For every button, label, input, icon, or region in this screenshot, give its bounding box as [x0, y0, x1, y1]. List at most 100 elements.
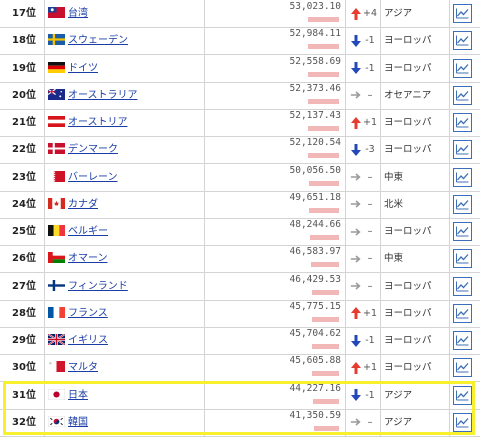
trend-flat-icon	[350, 164, 362, 191]
rank-cell: 20位	[12, 89, 36, 101]
column-divider	[44, 272, 45, 300]
trend-down-icon	[350, 327, 362, 354]
rank-change: -1	[365, 335, 375, 346]
column-divider	[345, 0, 346, 27]
country-link[interactable]: ベルギー	[68, 218, 108, 245]
column-divider	[380, 136, 381, 164]
france-flag-icon	[48, 306, 65, 318]
chart-icon[interactable]	[453, 58, 472, 78]
column-divider	[449, 408, 450, 436]
column-divider	[345, 27, 346, 55]
rank-change: +4	[362, 8, 377, 19]
column-divider	[345, 299, 346, 327]
region-cell: アジア	[384, 8, 413, 19]
value-bar	[308, 17, 339, 22]
column-divider	[449, 354, 450, 382]
chart-icon[interactable]	[453, 385, 472, 405]
value-cell: 49,651.18	[204, 191, 345, 218]
trend-up-icon	[350, 354, 362, 381]
region-cell: ヨーロッパ	[384, 335, 432, 346]
country-link[interactable]: フランス	[68, 300, 108, 327]
chart-icon[interactable]	[453, 358, 472, 378]
finland-flag-icon	[48, 279, 65, 291]
rank-change: -1	[365, 62, 375, 74]
column-divider	[44, 245, 45, 273]
value-bar	[312, 289, 339, 295]
chart-icon[interactable]	[453, 31, 472, 51]
rank-cell: 19位	[12, 62, 36, 74]
chart-icon[interactable]	[453, 303, 472, 323]
chart-icon[interactable]	[453, 249, 472, 269]
table-row: 18位 スウェーデン 52,984.11 -1 ヨーロッパ	[0, 27, 480, 56]
value-cell: 52,373.46	[204, 82, 345, 109]
column-divider	[380, 245, 381, 273]
rank-cell: 17位	[12, 8, 36, 19]
chart-icon[interactable]	[453, 85, 472, 105]
chart-icon[interactable]	[453, 222, 472, 241]
value-cell: 41,350.59	[204, 409, 345, 436]
rank-cell: 31位	[12, 389, 36, 401]
country-link[interactable]: 日本	[68, 382, 88, 409]
table-row: 26位 オマーン 46,583.97 – 中東	[0, 245, 480, 274]
rank-change: –	[367, 280, 373, 292]
column-divider	[44, 381, 45, 409]
chart-icon[interactable]	[453, 113, 472, 132]
column-divider	[345, 218, 346, 245]
region-cell: 中東	[384, 253, 404, 265]
table-row: 23位 バーレーン 50,056.50 – 中東	[0, 163, 480, 192]
chart-icon[interactable]	[453, 194, 472, 214]
chart-icon[interactable]	[453, 167, 472, 187]
column-divider	[449, 27, 450, 55]
region-cell: オセアニア	[384, 89, 432, 101]
rank-change: –	[367, 416, 373, 428]
column-divider	[449, 163, 450, 191]
chart-icon[interactable]	[453, 412, 472, 432]
chart-icon[interactable]	[453, 140, 472, 160]
column-divider	[345, 54, 346, 82]
column-divider	[44, 218, 45, 245]
value-cell: 52,137.43	[204, 109, 345, 136]
rank-cell: 29位	[12, 335, 36, 346]
country-link[interactable]: 韓国	[68, 409, 88, 436]
rank-cell: 32位	[12, 416, 36, 428]
germany-flag-icon	[48, 61, 65, 73]
gdp-value: 44,227.16	[289, 382, 341, 394]
country-link[interactable]: 台湾	[68, 0, 88, 27]
value-bar	[312, 344, 339, 349]
value-cell: 52,984.11	[204, 27, 345, 54]
chart-icon[interactable]	[453, 4, 472, 23]
country-link[interactable]: フィンランド	[68, 273, 128, 300]
value-bar	[308, 126, 339, 131]
country-link[interactable]: イギリス	[68, 327, 108, 354]
region-cell: ヨーロッパ	[384, 226, 432, 237]
column-divider	[345, 327, 346, 354]
rank-change: –	[367, 198, 373, 210]
value-cell: 45,704.62	[204, 327, 345, 354]
table-row: 30位 マルタ 45,605.88 +1 ヨーロッパ	[0, 354, 480, 383]
gdp-value: 41,350.59	[289, 409, 341, 421]
austria-flag-icon	[48, 116, 65, 127]
rank-change: +1	[362, 362, 377, 374]
country-link[interactable]: オマーン	[68, 245, 108, 272]
denmark-flag-icon	[48, 143, 65, 155]
country-link[interactable]: マルタ	[68, 354, 98, 381]
region-cell: 中東	[384, 171, 404, 183]
chart-icon[interactable]	[453, 331, 472, 350]
chart-icon[interactable]	[453, 276, 472, 296]
country-link[interactable]: カナダ	[68, 191, 98, 218]
country-link[interactable]: オーストリア	[68, 109, 128, 136]
trend-flat-icon	[350, 245, 362, 272]
column-divider	[44, 27, 45, 55]
value-bar	[313, 398, 339, 404]
country-link[interactable]: ドイツ	[68, 55, 98, 82]
country-link[interactable]: デンマーク	[68, 136, 118, 163]
country-link[interactable]: オーストラリア	[68, 82, 138, 109]
gdp-value: 46,429.53	[289, 273, 341, 285]
country-link[interactable]: バーレーン	[68, 164, 118, 191]
column-divider	[44, 299, 45, 327]
column-divider	[345, 136, 346, 164]
country-link[interactable]: スウェーデン	[68, 27, 128, 54]
korea-flag-icon	[48, 415, 65, 427]
table-row: 25位 ベルギー 48,244.66 – ヨーロッパ	[0, 218, 480, 246]
value-bar	[309, 207, 339, 213]
